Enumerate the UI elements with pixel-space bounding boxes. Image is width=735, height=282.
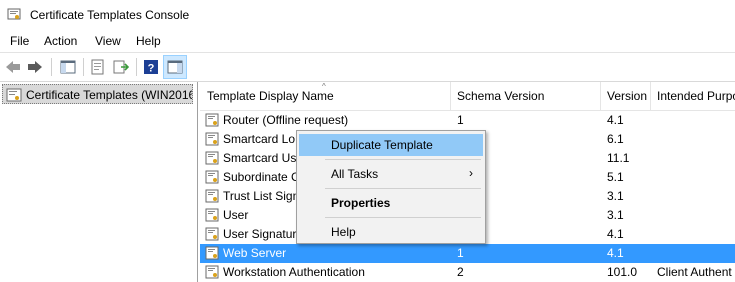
column-divider[interactable]	[600, 82, 601, 110]
properties-icon[interactable]	[87, 56, 109, 78]
toolbar-separator	[51, 58, 52, 76]
cell-schema-version: 1	[457, 246, 464, 260]
cell-version: 3.1	[607, 189, 624, 203]
submenu-arrow-icon: ›	[469, 166, 473, 180]
cell-version: 11.1	[607, 151, 630, 165]
context-menu-properties[interactable]: Properties	[299, 192, 483, 214]
certificate-template-icon	[6, 88, 22, 103]
cell-template-name: Web Server	[223, 246, 287, 260]
export-list-icon[interactable]	[110, 56, 132, 78]
context-menu-help[interactable]: Help	[299, 221, 483, 243]
context-menu-item-label: Properties	[331, 196, 391, 210]
column-divider[interactable]	[650, 82, 651, 110]
certificate-template-icon	[205, 265, 219, 282]
cell-template-name: Smartcard Lo	[223, 132, 296, 146]
column-header-intended-purposes[interactable]: Intended Purpo	[657, 89, 735, 103]
list-header: ^ Template Display Name Schema Version V…	[200, 82, 735, 111]
context-menu-separator	[325, 217, 481, 218]
back-icon[interactable]	[2, 56, 24, 78]
context-menu-all-tasks[interactable]: All Tasks ›	[299, 163, 483, 185]
certificate-template-icon	[205, 208, 219, 225]
cell-version: 5.1	[607, 170, 624, 184]
cell-version: 6.1	[607, 132, 624, 146]
menu-help[interactable]: Help	[136, 34, 161, 48]
certificate-template-icon	[205, 151, 219, 168]
cell-template-name: User Signature	[223, 227, 304, 241]
toolbar-separator	[83, 58, 84, 76]
show-hide-tree-icon[interactable]	[57, 56, 79, 78]
cell-schema-version: 2	[457, 265, 464, 279]
cell-schema-version: 1	[457, 113, 464, 127]
menu-bar: File Action View Help	[0, 31, 735, 51]
title-bar: Certificate Templates Console	[0, 0, 735, 30]
cell-template-name: Trust List Sign	[223, 189, 300, 203]
cell-version: 4.1	[607, 227, 624, 241]
context-menu-duplicate-template[interactable]: Duplicate Template	[299, 134, 483, 156]
cell-template-name: Router (Offline request)	[223, 113, 349, 127]
cell-template-name: Workstation Authentication	[223, 265, 365, 279]
forward-icon[interactable]	[24, 56, 46, 78]
certificate-template-icon	[205, 132, 219, 149]
certificate-console-icon	[7, 7, 21, 21]
context-menu-separator	[325, 188, 481, 189]
column-header-version[interactable]: Version	[607, 89, 647, 103]
cell-version: 101.0	[607, 265, 638, 279]
column-divider[interactable]	[450, 82, 451, 110]
tree-item-certificate-templates[interactable]: Certificate Templates (WIN2016DC	[2, 84, 193, 104]
certificate-template-icon	[205, 227, 219, 244]
cell-template-name: Subordinate C	[223, 170, 300, 184]
show-action-pane-icon[interactable]	[163, 55, 187, 79]
certificate-template-icon	[205, 170, 219, 187]
help-icon[interactable]: ?	[140, 56, 162, 78]
menu-view[interactable]: View	[95, 34, 121, 48]
context-menu-item-label: All Tasks	[331, 167, 379, 181]
context-menu-separator	[325, 159, 481, 160]
certificate-template-icon	[205, 113, 219, 130]
context-menu-item-label: Duplicate Template	[331, 138, 433, 152]
tree-pane: Certificate Templates (WIN2016DC	[0, 82, 198, 282]
toolbar: ?	[0, 52, 735, 82]
toolbar-separator	[136, 58, 137, 76]
table-row[interactable]: Router (Offline request) 1 4.1	[200, 111, 735, 130]
window-title: Certificate Templates Console	[30, 8, 190, 22]
svg-text:?: ?	[148, 63, 155, 75]
context-menu: Duplicate Template All Tasks › Propertie…	[296, 130, 486, 244]
cell-intended-purposes: Client Authent	[657, 265, 732, 279]
menu-action[interactable]: Action	[44, 34, 77, 48]
certificate-template-icon	[205, 189, 219, 206]
context-menu-item-label: Help	[331, 225, 356, 239]
certificate-template-icon	[205, 246, 219, 263]
cell-template-name: User	[223, 208, 249, 222]
column-header-template-display-name[interactable]: Template Display Name	[207, 89, 334, 103]
column-header-schema-version[interactable]: Schema Version	[457, 89, 544, 103]
table-row[interactable]: Workstation Authentication 2 101.0 Client A…	[200, 263, 735, 282]
cell-version: 3.1	[607, 208, 624, 222]
cell-template-name: Smartcard Use	[223, 151, 304, 165]
tree-item-label: Certificate Templates (WIN2016DC	[26, 88, 192, 102]
cell-version: 4.1	[607, 246, 624, 260]
table-row[interactable]: Web Server 1 4.1	[200, 244, 735, 263]
menu-file[interactable]: File	[10, 34, 29, 48]
cell-version: 4.1	[607, 113, 624, 127]
